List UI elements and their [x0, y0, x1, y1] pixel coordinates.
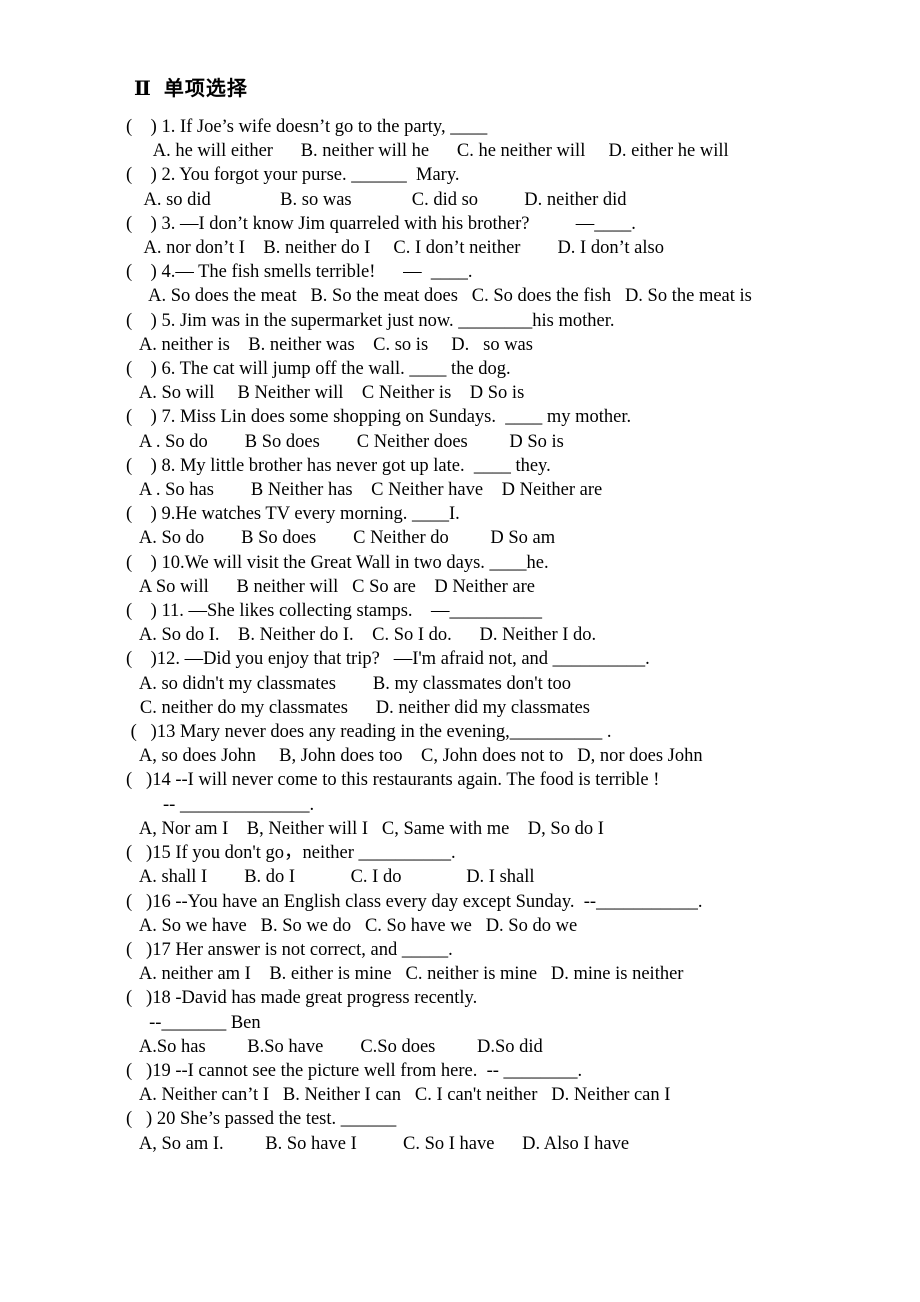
question-options: A.So has B.So have C.So does D.So did: [126, 1036, 543, 1057]
question-stem: ( ) 3. —I don’t know Jim quarreled with …: [126, 213, 636, 234]
question-options: A. so did B. so was C. did so D. neither…: [126, 189, 627, 210]
question-stem: ( ) 20 She’s passed the test. ______: [126, 1109, 397, 1130]
question-stem: ( ) 10.We will visit the Great Wall in t…: [126, 552, 549, 573]
question-reply-line: -- ______________.: [126, 794, 315, 815]
question-options: A. shall I B. do I C. I do D. I shall: [126, 867, 535, 888]
question-options: A, Nor am I B, Neither will I C, Same wi…: [126, 818, 604, 839]
question-options: A. neither is B. neither was C. so is D.…: [126, 334, 533, 355]
question-options: A. So will B Neither will C Neither is D…: [126, 383, 525, 404]
question-item-7: ( ) 7. Miss Lin does some shopping on Su…: [126, 405, 886, 453]
question-stem: ( ) 8. My little brother has never got u…: [126, 455, 551, 476]
question-item-6: ( ) 6. The cat will jump off the wall. _…: [126, 357, 886, 405]
question-stem: ( ) 2. You forgot your purse. ______ Mar…: [126, 165, 460, 186]
question-item-20: ( ) 20 She’s passed the test. ______ A, …: [126, 1107, 886, 1155]
worksheet-page: Ⅱ 单项选择 ( ) 1. If Joe’s wife doesn’t go t…: [0, 0, 920, 1302]
question-options: A, So am I. B. So have I C. So I have D.…: [126, 1133, 630, 1154]
question-item-13: ( )13 Mary never does any reading in the…: [126, 720, 886, 768]
question-stem: ( ) 6. The cat will jump off the wall. _…: [126, 359, 511, 380]
question-item-17: ( )17 Her answer is not correct, and ___…: [126, 938, 886, 986]
question-stem: ( ) 1. If Joe’s wife doesn’t go to the p…: [126, 117, 488, 137]
question-options: A. nor don’t I B. neither do I C. I don’…: [126, 238, 664, 259]
question-options: A . So do B So does C Neither does D So …: [126, 431, 564, 452]
question-stem: ( ) 5. Jim was in the supermarket just n…: [126, 310, 615, 331]
question-item-19: ( )19 --I cannot see the picture well fr…: [126, 1059, 886, 1107]
question-options: A. so didn't my classmates B. my classma…: [126, 673, 571, 694]
question-stem: ( ) 4.— The fish smells terrible! — ____…: [126, 262, 473, 283]
question-options: A. Neither can’t I B. Neither I can C. I…: [126, 1085, 671, 1106]
question-stem: ( )16 --You have an English class every …: [126, 891, 703, 912]
question-item-15: ( )15 If you don't go，neither __________…: [126, 841, 886, 889]
question-item-4: ( ) 4.— The fish smells terrible! — ____…: [126, 260, 886, 308]
question-stem: ( )18 -David has made great progress rec…: [126, 988, 478, 1009]
page-title: Ⅱ 单项选择: [134, 78, 248, 100]
question-item-1: ( ) 1. If Joe’s wife doesn’t go to the p…: [126, 115, 886, 163]
question-stem: ( ) 11. —She likes collecting stamps. —_…: [126, 601, 543, 622]
question-stem: ( )14 --I will never come to this restau…: [126, 770, 660, 791]
question-options: A. So do I. B. Neither do I. C. So I do.…: [126, 625, 597, 646]
question-stem: ( ) 7. Miss Lin does some shopping on Su…: [126, 407, 632, 428]
question-options-second: C. neither do my classmates D. neither d…: [126, 697, 590, 718]
question-reply-line: --_______ Ben: [126, 1012, 261, 1033]
question-options: A So will B neither will C So are D Neit…: [126, 576, 535, 597]
question-item-18: ( )18 -David has made great progress rec…: [126, 986, 886, 1059]
worksheet-content: Ⅱ 单项选择 ( ) 1. If Joe’s wife doesn’t go t…: [126, 72, 886, 1156]
question-stem: ( )12. —Did you enjoy that trip? —I'm af…: [126, 649, 650, 670]
question-stem: ( )17 Her answer is not correct, and ___…: [126, 939, 453, 960]
question-stem: ( ) 9.He watches TV every morning. ____I…: [126, 504, 460, 525]
question-item-5: ( ) 5. Jim was in the supermarket just n…: [126, 309, 886, 357]
question-options: A. So do B So does C Neither do D So am: [126, 528, 556, 549]
question-options: A, so does John B, John does too C, John…: [126, 746, 703, 767]
question-options: A . So has B Neither has C Neither have …: [126, 480, 603, 501]
question-options: A. So we have B. So we do C. So have we …: [126, 915, 578, 936]
question-item-2: ( ) 2. You forgot your purse. ______ Mar…: [126, 163, 886, 211]
question-item-11: ( ) 11. —She likes collecting stamps. —_…: [126, 599, 886, 647]
question-item-12: ( )12. —Did you enjoy that trip? —I'm af…: [126, 647, 886, 720]
question-item-14: ( )14 --I will never come to this restau…: [126, 768, 886, 841]
question-item-9: ( ) 9.He watches TV every morning. ____I…: [126, 502, 886, 550]
question-stem: ( )13 Mary never does any reading in the…: [126, 722, 612, 743]
question-item-8: ( ) 8. My little brother has never got u…: [126, 454, 886, 502]
question-item-10: ( ) 10.We will visit the Great Wall in t…: [126, 551, 886, 599]
question-options: A. So does the meat B. So the meat does …: [126, 286, 752, 307]
question-item-16: ( )16 --You have an English class every …: [126, 890, 886, 938]
question-stem: ( )15 If you don't go，neither __________…: [126, 843, 456, 864]
question-options: A. he will either B. neither will he C. …: [126, 141, 729, 162]
question-item-3: ( ) 3. —I don’t know Jim quarreled with …: [126, 212, 886, 260]
question-options: A. neither am I B. either is mine C. nei…: [126, 964, 684, 985]
question-stem: ( )19 --I cannot see the picture well fr…: [126, 1060, 583, 1081]
